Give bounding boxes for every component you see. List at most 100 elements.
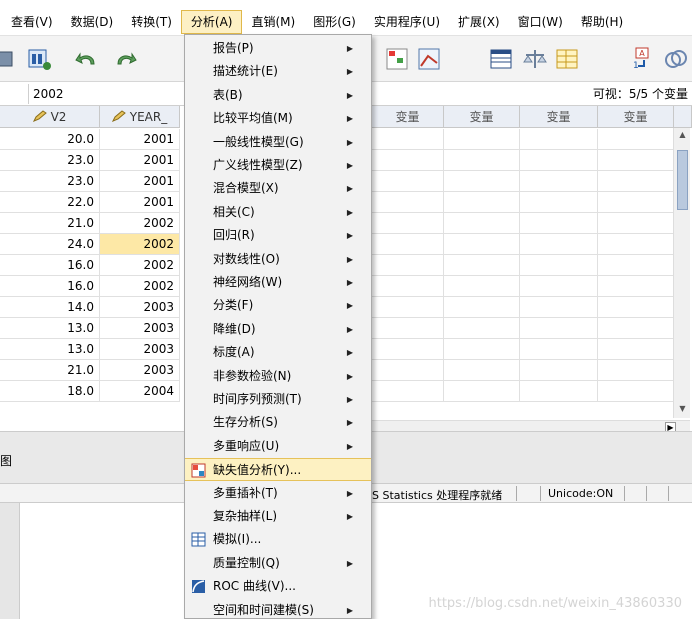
scroll-down-icon[interactable]: ▼	[677, 404, 688, 414]
cell-empty[interactable]	[598, 297, 674, 318]
cell-empty[interactable]	[520, 339, 598, 360]
cell-year[interactable]: 2001	[100, 192, 180, 213]
cell-v2[interactable]: 22.0	[0, 192, 100, 213]
analyze-menu-item[interactable]: 时间序列预测(T) ▶	[185, 388, 371, 411]
cell-empty[interactable]	[598, 213, 674, 234]
cell-empty[interactable]	[444, 318, 520, 339]
cell-empty[interactable]	[598, 192, 674, 213]
cell-v2[interactable]: 16.0	[0, 255, 100, 276]
analyze-menu-item[interactable]: 标度(A) ▶	[185, 341, 371, 364]
column-header-v2[interactable]: V2	[0, 106, 100, 128]
analyze-menu-item[interactable]: 对数线性(O) ▶	[185, 248, 371, 271]
cell-empty[interactable]	[444, 129, 520, 150]
analyze-menu-item[interactable]: 空间和时间建模(S) ▶	[185, 599, 371, 618]
cell-empty[interactable]	[372, 339, 444, 360]
analyze-menu-item[interactable]: 广义线性模型(Z) ▶	[185, 154, 371, 177]
cell-v2[interactable]: 13.0	[0, 339, 100, 360]
cell-empty[interactable]	[444, 150, 520, 171]
analyze-menu-item[interactable]: 表(B) ▶	[185, 84, 371, 107]
cell-v2[interactable]: 18.0	[0, 381, 100, 402]
cell-empty[interactable]	[598, 234, 674, 255]
cell-empty[interactable]	[598, 318, 674, 339]
cell-empty[interactable]	[372, 297, 444, 318]
cell-year[interactable]: 2001	[100, 150, 180, 171]
analyze-menu-item[interactable]: 多重插补(T) ▶	[185, 482, 371, 505]
value-labels-icon[interactable]: A1	[624, 44, 654, 74]
cell-empty[interactable]	[520, 150, 598, 171]
cell-year[interactable]: 2003	[100, 297, 180, 318]
menu-data[interactable]: 数据(D)	[62, 8, 123, 36]
cell-empty[interactable]	[598, 360, 674, 381]
go-to-case-icon[interactable]	[24, 44, 54, 74]
cell-empty[interactable]	[444, 171, 520, 192]
cell-v2[interactable]: 24.0	[0, 234, 100, 255]
column-header-var[interactable]: 变量	[598, 106, 674, 128]
cell-empty[interactable]	[520, 171, 598, 192]
cell-year[interactable]: 2002	[100, 213, 180, 234]
chart-builder-icon[interactable]	[414, 44, 444, 74]
cell-empty[interactable]	[372, 255, 444, 276]
column-header-var[interactable]: 变量	[372, 106, 444, 128]
cell-empty[interactable]	[520, 192, 598, 213]
analyze-menu-item[interactable]: 多重响应(U) ▶	[185, 435, 371, 458]
analyze-menu-item[interactable]: 质量控制(Q) ▶	[185, 552, 371, 575]
analyze-menu-item[interactable]: ROC 曲线(V)...	[185, 575, 371, 598]
cell-empty[interactable]	[598, 339, 674, 360]
cell-empty[interactable]	[444, 255, 520, 276]
analyze-menu-item[interactable]: 回归(R) ▶	[185, 224, 371, 247]
analyze-menu-item[interactable]: 缺失值分析(Y)...	[185, 458, 371, 482]
cell-empty[interactable]	[444, 213, 520, 234]
redo-icon[interactable]	[110, 44, 140, 74]
cell-empty[interactable]	[520, 129, 598, 150]
analyze-menu-item[interactable]: 分类(F) ▶	[185, 294, 371, 317]
scrollbar-thumb[interactable]	[677, 150, 688, 210]
cell-empty[interactable]	[444, 381, 520, 402]
cell-empty[interactable]	[520, 255, 598, 276]
cell-empty[interactable]	[598, 255, 674, 276]
cell-v2[interactable]: 23.0	[0, 150, 100, 171]
cell-year[interactable]: 2001	[100, 171, 180, 192]
cell-year[interactable]: 2003	[100, 318, 180, 339]
print-icon[interactable]	[0, 44, 18, 74]
column-header-var[interactable]: 变量	[520, 106, 598, 128]
vertical-scrollbar[interactable]: ▲ ▼	[673, 128, 690, 418]
cell-year[interactable]: 2002	[100, 255, 180, 276]
menu-graphs[interactable]: 图形(G)	[304, 8, 365, 36]
cell-v2[interactable]: 14.0	[0, 297, 100, 318]
analyze-menu-item[interactable]: 生存分析(S) ▶	[185, 411, 371, 434]
column-header-year[interactable]: YEAR_	[100, 106, 180, 128]
cell-v2[interactable]: 21.0	[0, 213, 100, 234]
cell-empty[interactable]	[520, 276, 598, 297]
cell-empty[interactable]	[520, 234, 598, 255]
analyze-menu-item[interactable]: 报告(P) ▶	[185, 37, 371, 60]
scroll-up-icon[interactable]: ▲	[677, 130, 688, 140]
undo-icon[interactable]	[72, 44, 102, 74]
cell-year[interactable]: 2002	[100, 234, 180, 255]
cell-empty[interactable]	[520, 297, 598, 318]
cell-empty[interactable]	[372, 381, 444, 402]
cell-year[interactable]: 2002	[100, 276, 180, 297]
cell-empty[interactable]	[444, 360, 520, 381]
analyze-menu-item[interactable]: 复杂抽样(L) ▶	[185, 505, 371, 528]
analyze-menu-item[interactable]: 比较平均值(M) ▶	[185, 107, 371, 130]
cell-empty[interactable]	[598, 276, 674, 297]
analyze-menu-item[interactable]: 神经网络(W) ▶	[185, 271, 371, 294]
cell-empty[interactable]	[598, 171, 674, 192]
variable-view-tab[interactable]: 图	[0, 452, 12, 469]
data-table-icon[interactable]	[486, 44, 516, 74]
cell-year[interactable]: 2001	[100, 129, 180, 150]
cell-empty[interactable]	[372, 150, 444, 171]
cell-empty[interactable]	[520, 318, 598, 339]
cell-empty[interactable]	[372, 213, 444, 234]
cell-empty[interactable]	[444, 234, 520, 255]
cell-empty[interactable]	[598, 150, 674, 171]
select-cases-icon[interactable]	[382, 44, 412, 74]
cell-empty[interactable]	[372, 129, 444, 150]
analyze-menu-item[interactable]: 混合模型(X) ▶	[185, 177, 371, 200]
cell-value-field[interactable]: 2002	[28, 84, 188, 104]
menu-transform[interactable]: 转换(T)	[122, 8, 181, 36]
cell-empty[interactable]	[520, 381, 598, 402]
split-file-icon[interactable]	[552, 44, 582, 74]
menu-window[interactable]: 窗口(W)	[509, 8, 572, 36]
cell-empty[interactable]	[598, 129, 674, 150]
